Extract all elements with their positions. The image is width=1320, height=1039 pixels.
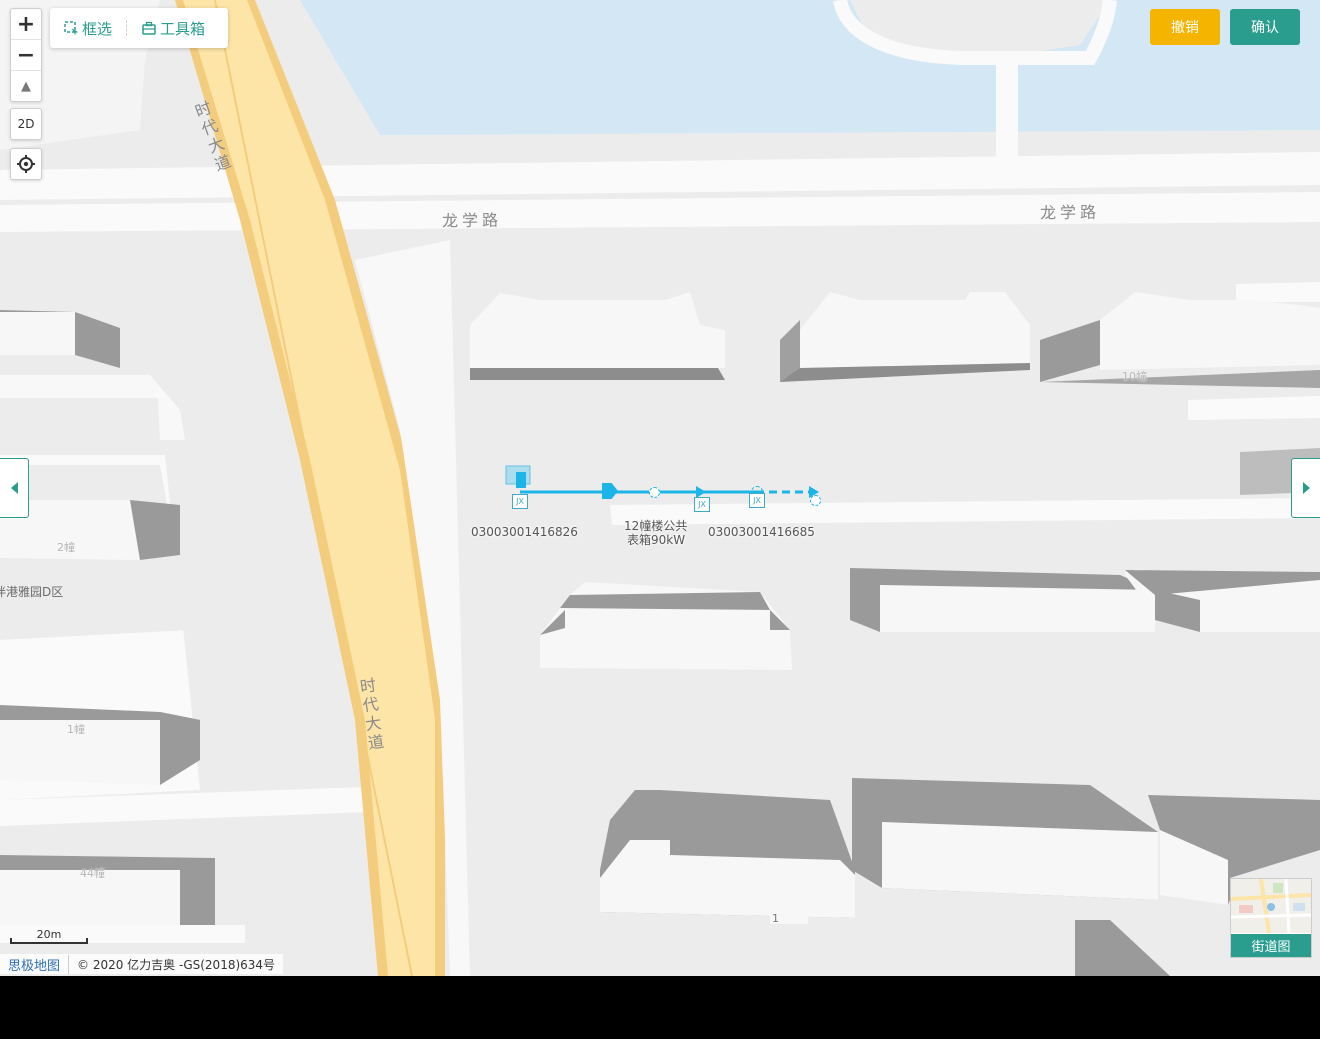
toolbox-button[interactable]: 工具箱	[128, 8, 219, 48]
meter-line-overlay	[505, 465, 815, 494]
meter-name-line2[interactable]: 表箱90kW	[627, 531, 685, 548]
street-map-label: 街道图	[1231, 934, 1311, 957]
copyright-text: © 2020 亿力吉奥 -GS(2018)634号	[77, 957, 276, 972]
jx-icon-3[interactable]: JX	[749, 493, 765, 508]
toolbox-icon	[142, 21, 156, 35]
zoom-out-button[interactable]: −	[11, 40, 41, 71]
meter-id-right[interactable]: 03003001416685	[708, 525, 815, 539]
meter-node-start-icon[interactable]	[516, 472, 526, 488]
zoom-control: + − ▲	[10, 8, 42, 102]
map-brand-link[interactable]: 思极地图	[0, 954, 70, 974]
view-mode-button[interactable]: 2D	[10, 108, 42, 140]
left-panel-toggle[interactable]	[0, 458, 29, 518]
map-toolbar: 框选 工具箱	[50, 8, 228, 48]
scale-bar: 20m	[10, 928, 88, 944]
jx-icon-1[interactable]: JX	[512, 494, 528, 509]
street-map-switch[interactable]: 街道图	[1230, 878, 1312, 958]
locate-button[interactable]	[10, 148, 42, 180]
box-select-icon	[64, 21, 78, 35]
right-panel-toggle[interactable]	[1291, 458, 1320, 518]
locate-icon	[17, 155, 35, 173]
meter-node-circle-icon[interactable]	[649, 487, 660, 498]
box-select-label: 框选	[82, 19, 113, 38]
meter-id-left[interactable]: 03003001416826	[471, 525, 578, 539]
zoom-in-button[interactable]: +	[11, 9, 41, 40]
map-attribution: 思极地图 © 2020 亿力吉奥 -GS(2018)634号	[0, 954, 284, 974]
map-canvas[interactable]: 龙学路 龙学路 时代大道 时代大道 10幢 2幢 1幢 44幢 1 泮港雅园D区…	[0, 0, 1320, 976]
chevron-right-icon	[1302, 482, 1310, 494]
toolbox-label: 工具箱	[160, 19, 206, 38]
compass-icon[interactable]: ▲	[11, 71, 41, 101]
chevron-left-icon	[10, 482, 18, 494]
box-select-button[interactable]: 框选	[50, 8, 126, 48]
jx-icon-2[interactable]: JX	[694, 497, 710, 512]
confirm-button[interactable]: 确认	[1230, 9, 1300, 45]
street-map-thumbnail	[1230, 878, 1312, 934]
meter-node-end-icon[interactable]	[810, 495, 821, 506]
undo-button[interactable]: 撤销	[1150, 9, 1220, 45]
